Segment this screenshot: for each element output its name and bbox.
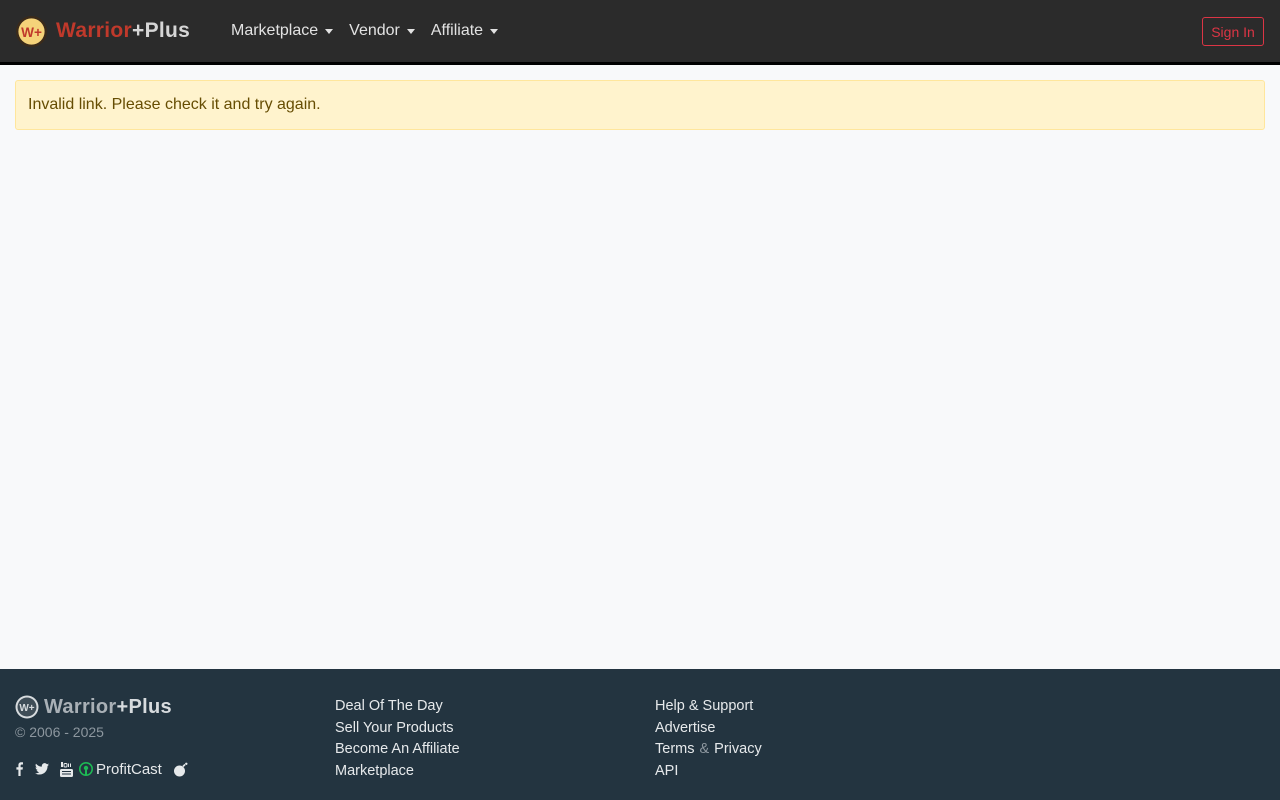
podcast-icon[interactable]: [79, 761, 93, 777]
copyright-text: © 2006 - 2025: [15, 724, 104, 740]
ampersand-separator: &: [699, 741, 710, 758]
footer-link-api[interactable]: API: [655, 761, 762, 783]
caret-down-icon: [325, 28, 334, 34]
svg-text:W+: W+: [19, 703, 34, 714]
youtube-icon[interactable]: [60, 761, 73, 777]
nav-affiliate-dropdown[interactable]: Affiliate: [430, 22, 499, 40]
brand-link[interactable]: W+ Warrior+Plus: [15, 14, 190, 48]
footer-link-terms[interactable]: Terms: [655, 739, 694, 761]
svg-text:W+: W+: [21, 24, 42, 39]
navbar-divider: [0, 62, 1280, 65]
social-links: ProfitCast: [15, 761, 189, 778]
footer-brand[interactable]: W+ Warrior+Plus: [15, 695, 172, 719]
footer-links-column-2: Help & Support Advertise Terms & Privacy…: [655, 696, 762, 783]
brand-name: Warrior+Plus: [56, 19, 191, 42]
footer-link-deal-of-the-day[interactable]: Deal Of The Day: [335, 696, 460, 718]
footer-link-sell-your-products[interactable]: Sell Your Products: [335, 718, 460, 740]
caret-down-icon: [490, 28, 499, 34]
footer-link-become-an-affiliate[interactable]: Become An Affiliate: [335, 739, 460, 761]
warriorplus-logo-icon: W+: [15, 15, 48, 47]
footer-link-advertise[interactable]: Advertise: [655, 718, 762, 740]
nav-vendor-dropdown[interactable]: Vendor: [349, 22, 415, 40]
facebook-icon[interactable]: [15, 762, 24, 776]
warriorplus-logo-icon: W+: [15, 695, 39, 719]
caret-down-icon: [406, 28, 415, 34]
twitter-icon[interactable]: [35, 763, 49, 775]
warning-alert: Invalid link. Please check it and try ag…: [15, 80, 1265, 130]
top-navbar: W+ Warrior+Plus Marketplace Vendor Affil…: [0, 0, 1280, 62]
footer-brand-name: Warrior+Plus: [44, 695, 172, 718]
nav-label: Affiliate: [430, 22, 484, 39]
footer-link-marketplace[interactable]: Marketplace: [335, 761, 460, 783]
profitcast-link[interactable]: ProfitCast: [96, 761, 162, 778]
sign-in-button[interactable]: Sign In: [1202, 17, 1264, 46]
nav-label: Vendor: [349, 22, 400, 39]
nav-label: Marketplace: [231, 22, 319, 39]
footer-link-privacy[interactable]: Privacy: [714, 739, 762, 761]
bomb-icon[interactable]: [173, 762, 189, 777]
footer-terms-privacy-row: Terms & Privacy: [655, 739, 762, 761]
footer-link-help-support[interactable]: Help & Support: [655, 696, 762, 718]
alert-message: Invalid link. Please check it and try ag…: [28, 96, 321, 113]
nav-marketplace-dropdown[interactable]: Marketplace: [231, 22, 334, 40]
main-nav: Marketplace Vendor Affiliate: [231, 0, 514, 62]
page-footer: W+ Warrior+Plus © 2006 - 2025 ProfitCast…: [0, 669, 1280, 800]
footer-links-column-1: Deal Of The Day Sell Your Products Becom…: [335, 696, 460, 783]
